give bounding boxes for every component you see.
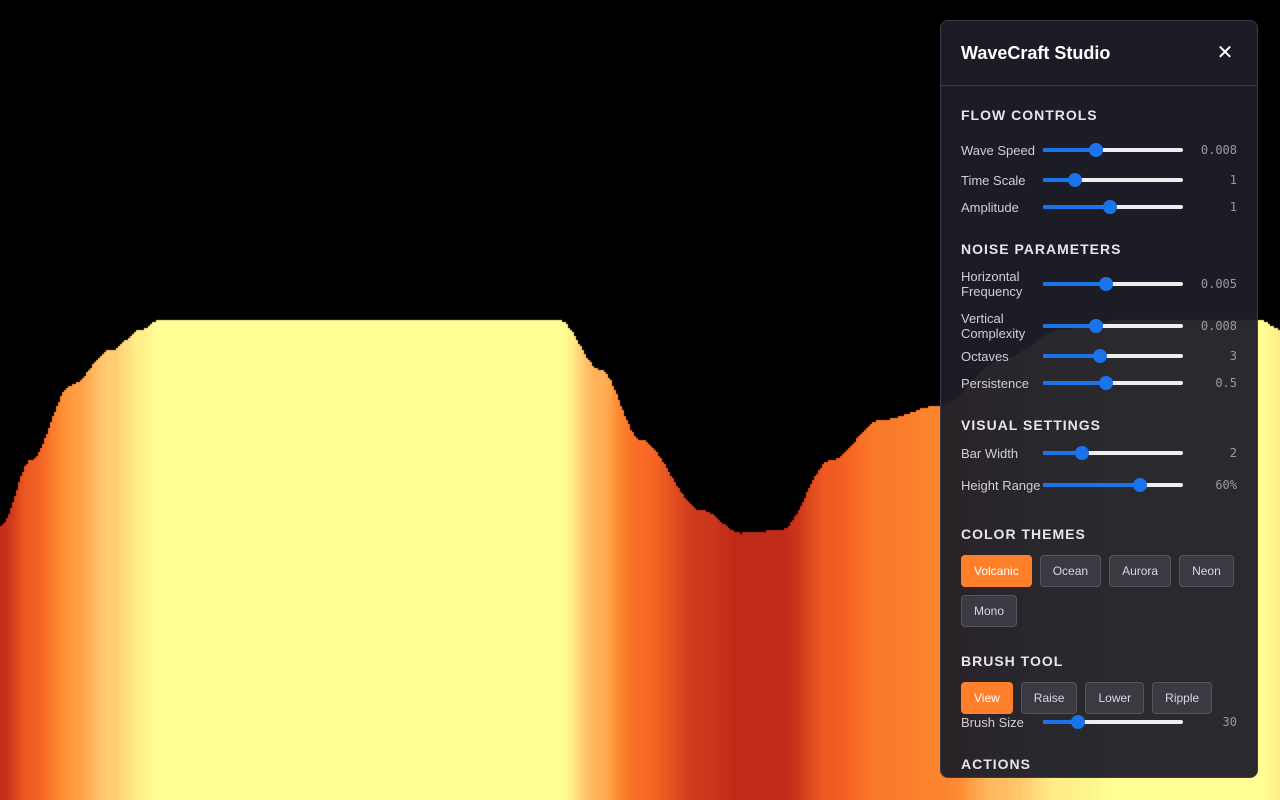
slider-thumb[interactable] [1132, 478, 1147, 492]
slider-thumb[interactable] [1093, 349, 1108, 363]
slider-label: Vertical Complexity [961, 311, 1026, 341]
slider-thumb[interactable] [1075, 446, 1090, 460]
brush-mode-button-lower[interactable]: Lower [1085, 682, 1145, 714]
height-range-slider[interactable] [1043, 477, 1183, 493]
wave-speed-slider[interactable] [1043, 142, 1183, 158]
slider-value: 30 [1222, 715, 1237, 729]
slider-row-wave-speed: Wave Speed 0.008 [961, 134, 1237, 166]
slider-thumb[interactable] [1089, 143, 1104, 157]
slider-label: Brush Size [961, 714, 1024, 730]
slider-thumb[interactable] [1089, 319, 1104, 333]
slider-label: Time Scale [961, 172, 1026, 188]
brush-mode-button-raise[interactable]: Raise [1020, 682, 1078, 714]
slider-value: 0.005 [1200, 277, 1237, 291]
slider-thumb[interactable] [1099, 277, 1113, 291]
section-title-brush-tool: BRUSH TOOL [961, 653, 1064, 669]
brush-mode-button-view[interactable]: View [961, 682, 1013, 714]
slider-value: 1 [1229, 173, 1237, 187]
slider-thumb[interactable] [1068, 173, 1083, 187]
slider-label: Persistence [961, 375, 1029, 391]
slider-row-height-range: Height Range 60% [961, 469, 1237, 501]
slider-label: Height Range [961, 477, 1041, 493]
amplitude-slider[interactable] [1043, 199, 1183, 215]
section-title-visual-settings: VISUAL SETTINGS [961, 417, 1101, 433]
slider-label: Horizontal Frequency [961, 269, 1023, 299]
section-title-actions: ACTIONS [961, 756, 1031, 772]
slider-row-persistence: Persistence 0.5 [961, 372, 1237, 394]
slider-thumb[interactable] [1071, 715, 1085, 729]
slider-row-vertical-complexity: Vertical Complexity 0.008 [961, 310, 1237, 342]
slider-value: 60% [1215, 478, 1237, 492]
slider-thumb[interactable] [1099, 376, 1113, 390]
theme-button-ocean[interactable]: Ocean [1039, 555, 1102, 587]
slider-value: 0.008 [1200, 319, 1237, 333]
time-scale-slider[interactable] [1043, 172, 1183, 188]
brush-mode-button-ripple[interactable]: Ripple [1152, 682, 1213, 714]
control-panel: WaveCraft Studio ✕ FLOW CONTROLS Wave Sp… [940, 20, 1258, 778]
slider-value: 1 [1229, 200, 1237, 214]
theme-button-volcanic[interactable]: Volcanic [961, 555, 1032, 587]
panel-title: WaveCraft Studio [961, 42, 1111, 63]
slider-thumb[interactable] [1103, 200, 1118, 214]
slider-label: Bar Width [961, 445, 1019, 461]
slider-value: 2 [1229, 446, 1237, 460]
slider-label: Octaves [961, 348, 1009, 364]
slider-label: Amplitude [961, 199, 1019, 215]
slider-label: Wave Speed [961, 142, 1035, 158]
close-icon[interactable]: ✕ [1213, 41, 1237, 65]
section-title-flow-controls: FLOW CONTROLS [961, 107, 1098, 123]
octaves-slider[interactable] [1043, 348, 1183, 364]
theme-button-group: Volcanic Ocean Aurora Neon Mono [961, 555, 1243, 627]
panel-header: WaveCraft Studio ✕ [941, 21, 1257, 86]
slider-row-brush-size: Brush Size 30 [961, 711, 1237, 733]
slider-row-amplitude: Amplitude 1 [961, 196, 1237, 218]
horizontal-frequency-slider[interactable] [1043, 276, 1183, 292]
vertical-complexity-slider[interactable] [1043, 318, 1183, 334]
slider-value: 0.008 [1200, 143, 1237, 157]
panel-body: FLOW CONTROLS Wave Speed 0.008 Time Scal… [941, 106, 1257, 773]
brush-size-slider[interactable] [1043, 714, 1183, 730]
theme-button-neon[interactable]: Neon [1179, 555, 1234, 587]
slider-row-horizontal-frequency: Horizontal Frequency 0.005 [961, 268, 1237, 300]
bar-width-slider[interactable] [1043, 445, 1183, 461]
slider-value: 3 [1229, 349, 1237, 363]
theme-button-mono[interactable]: Mono [961, 595, 1018, 627]
slider-row-bar-width: Bar Width 2 [961, 442, 1237, 464]
section-title-noise-parameters: NOISE PARAMETERS [961, 241, 1122, 257]
brush-mode-button-group: View Raise Lower Ripple [961, 682, 1243, 714]
section-title-color-themes: COLOR THEMES [961, 526, 1086, 542]
persistence-slider[interactable] [1043, 375, 1183, 391]
slider-row-octaves: Octaves 3 [961, 345, 1237, 367]
slider-value: 0.5 [1215, 376, 1237, 390]
theme-button-aurora[interactable]: Aurora [1109, 555, 1172, 587]
slider-row-time-scale: Time Scale 1 [961, 169, 1237, 191]
